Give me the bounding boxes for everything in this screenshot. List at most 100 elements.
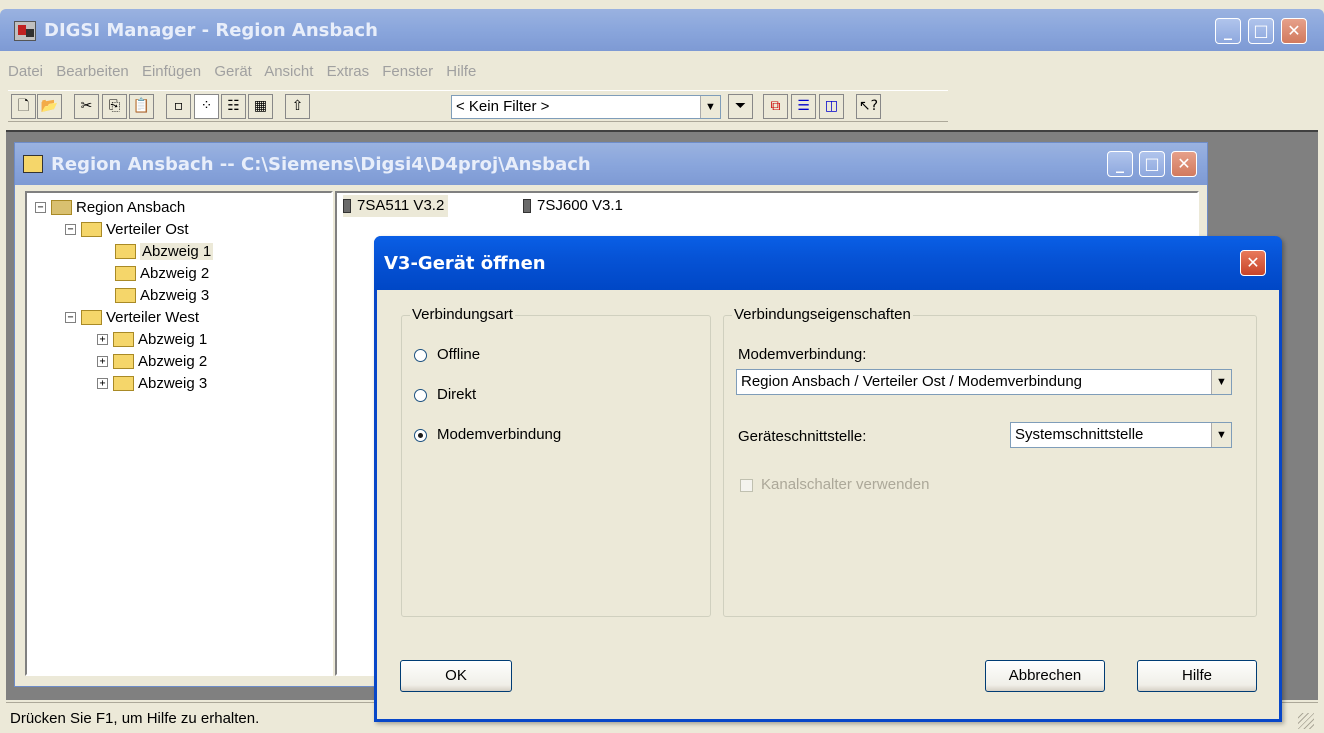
up-folder-icon[interactable]: ⇧ bbox=[285, 94, 310, 119]
tree-root-label: Region Ansbach bbox=[76, 199, 186, 216]
device-icon bbox=[523, 199, 531, 214]
tree-pane[interactable]: − Region Ansbach − Verteiler Ost Abzweig 1… bbox=[25, 191, 333, 676]
ok-button[interactable]: OK bbox=[400, 660, 512, 692]
radio-modem-label: Modemverbindung bbox=[437, 426, 562, 443]
menu-bearbeiten[interactable]: Bearbeiten bbox=[56, 63, 129, 80]
modem-select[interactable]: Region Ansbach / Verteiler Ost / Modemve… bbox=[736, 369, 1232, 395]
folder-icon bbox=[115, 243, 136, 259]
connection-type-group: Verbindungsart Offline Direkt Modemverbi… bbox=[401, 306, 711, 617]
maximize-button[interactable]: □ bbox=[1248, 18, 1274, 44]
dialog-window: V3-Gerät öffnen ✕ Verbindungsart Offline… bbox=[374, 236, 1282, 722]
small-icons-icon[interactable]: ⁘ bbox=[194, 94, 219, 119]
main-window: DIGSI Manager - Region Ansbach _ □ ✕ Dat… bbox=[0, 0, 1324, 733]
tile-horizontal-icon[interactable]: ☰ bbox=[791, 94, 816, 119]
open-icon[interactable]: 📂 bbox=[37, 94, 62, 119]
tree-label: Abzweig 1 bbox=[140, 243, 214, 260]
help-button[interactable]: Hilfe bbox=[1137, 660, 1257, 692]
menu-bar: Datei Bearbeiten Einfügen Gerät Ansicht … bbox=[8, 60, 485, 84]
radio-direkt-label: Direkt bbox=[437, 386, 477, 403]
main-titlebar[interactable]: DIGSI Manager - Region Ansbach _ □ ✕ bbox=[0, 9, 1324, 51]
tree-item-ost-abzweig-2[interactable]: Abzweig 2 bbox=[115, 263, 209, 285]
menu-hilfe[interactable]: Hilfe bbox=[446, 63, 476, 80]
cascade-icon[interactable]: ⧉ bbox=[763, 94, 788, 119]
main-title: DIGSI Manager - Region Ansbach bbox=[44, 20, 378, 41]
device-label: 7SA511 V3.2 bbox=[357, 197, 445, 214]
chevron-down-icon[interactable]: ▼ bbox=[1211, 423, 1231, 447]
connection-properties-label: Verbindungseigenschaften bbox=[732, 306, 913, 323]
tree-label: Abzweig 1 bbox=[138, 331, 208, 348]
tree-item-ost-abzweig-1[interactable]: Abzweig 1 bbox=[115, 241, 214, 263]
paste-icon[interactable]: 📋 bbox=[129, 94, 154, 119]
project-maximize-button[interactable]: □ bbox=[1139, 151, 1165, 177]
list-view-icon[interactable]: ☷ bbox=[221, 94, 246, 119]
minimize-button[interactable]: _ bbox=[1215, 18, 1241, 44]
menu-geraet[interactable]: Gerät bbox=[214, 63, 252, 80]
project-close-button[interactable]: ✕ bbox=[1171, 151, 1197, 177]
copy-icon[interactable]: ⎘ bbox=[102, 94, 127, 119]
folder-icon bbox=[113, 331, 134, 347]
details-view-icon[interactable]: ▦ bbox=[248, 94, 273, 119]
radio-offline[interactable]: Offline bbox=[414, 346, 480, 363]
dialog-titlebar[interactable]: V3-Gerät öffnen ✕ bbox=[374, 236, 1282, 290]
menu-fenster[interactable]: Fenster bbox=[382, 63, 433, 80]
interface-value: Systemschnittstelle bbox=[1015, 426, 1144, 443]
close-button[interactable]: ✕ bbox=[1281, 18, 1307, 44]
collapse-icon[interactable]: − bbox=[65, 311, 76, 323]
tree-item-ost-abzweig-3[interactable]: Abzweig 3 bbox=[115, 285, 209, 307]
device-item[interactable]: 7SA511 V3.2 bbox=[343, 195, 449, 217]
new-icon[interactable]: 🗋 bbox=[11, 94, 36, 119]
radio-direkt[interactable]: Direkt bbox=[414, 386, 476, 403]
dialog-title: V3-Gerät öffnen bbox=[384, 253, 546, 274]
menu-ansicht[interactable]: Ansicht bbox=[264, 63, 313, 80]
interface-select[interactable]: Systemschnittstelle ▼ bbox=[1010, 422, 1232, 448]
project-minimize-button[interactable]: _ bbox=[1107, 151, 1133, 177]
dialog-close-button[interactable]: ✕ bbox=[1240, 250, 1266, 276]
device-label: 7SJ600 V3.1 bbox=[537, 197, 623, 214]
collapse-icon[interactable]: − bbox=[35, 201, 46, 213]
large-icons-icon[interactable]: ▫ bbox=[166, 94, 191, 119]
radio-icon bbox=[414, 388, 427, 402]
tree-root[interactable]: − Region Ansbach bbox=[35, 197, 185, 219]
context-help-icon[interactable]: ↖? bbox=[856, 94, 881, 119]
tile-vertical-icon[interactable]: ◫ bbox=[819, 94, 844, 119]
checkbox-icon bbox=[740, 478, 753, 492]
folder-icon bbox=[115, 287, 136, 303]
tree-item-west-abzweig-1[interactable]: + Abzweig 1 bbox=[97, 329, 207, 351]
toolbar: 🗋 📂 ✂ ⎘ 📋 ▫ ⁘ ☷ ▦ ⇧ < Kein Filter > ▼ ⏷ … bbox=[8, 90, 948, 122]
tree-label: Verteiler Ost bbox=[106, 221, 189, 238]
tree-item-verteiler-west[interactable]: − Verteiler West bbox=[65, 307, 199, 329]
cut-icon[interactable]: ✂ bbox=[74, 94, 99, 119]
menu-einfuegen[interactable]: Einfügen bbox=[142, 63, 201, 80]
expand-icon[interactable]: + bbox=[97, 333, 108, 345]
tree-item-west-abzweig-3[interactable]: + Abzweig 3 bbox=[97, 373, 207, 395]
app-icon bbox=[14, 21, 36, 41]
device-icon bbox=[343, 199, 351, 214]
menu-datei[interactable]: Datei bbox=[8, 63, 43, 80]
device-item[interactable]: 7SJ600 V3.1 bbox=[523, 195, 623, 217]
channel-switch-label: Kanalschalter verwenden bbox=[761, 476, 930, 493]
expand-icon[interactable]: + bbox=[97, 377, 108, 389]
interface-label: Geräteschnittstelle: bbox=[738, 428, 867, 445]
folder-icon bbox=[113, 375, 134, 391]
channel-switch-checkbox[interactable]: Kanalschalter verwenden bbox=[740, 476, 929, 493]
status-text: Drücken Sie F1, um Hilfe zu erhalten. bbox=[10, 710, 260, 727]
folder-icon bbox=[81, 309, 102, 325]
radio-offline-label: Offline bbox=[437, 346, 481, 363]
tree-label: Abzweig 2 bbox=[140, 265, 210, 282]
menu-extras[interactable]: Extras bbox=[327, 63, 370, 80]
project-title: Region Ansbach -- C:\Siemens\Digsi4\D4pr… bbox=[51, 154, 591, 175]
tree-item-verteiler-ost[interactable]: − Verteiler Ost bbox=[65, 219, 189, 241]
project-icon bbox=[23, 155, 43, 173]
radio-icon bbox=[414, 428, 427, 442]
cancel-button[interactable]: Abbrechen bbox=[985, 660, 1105, 692]
filter-settings-icon[interactable]: ⏷ bbox=[728, 94, 753, 119]
radio-modemverbindung[interactable]: Modemverbindung bbox=[414, 426, 561, 443]
folder-icon bbox=[113, 353, 134, 369]
collapse-icon[interactable]: − bbox=[65, 223, 76, 235]
expand-icon[interactable]: + bbox=[97, 355, 108, 367]
chevron-down-icon[interactable]: ▼ bbox=[1211, 370, 1231, 394]
project-titlebar[interactable]: Region Ansbach -- C:\Siemens\Digsi4\D4pr… bbox=[15, 143, 1207, 185]
tree-item-west-abzweig-2[interactable]: + Abzweig 2 bbox=[97, 351, 207, 373]
filter-combo[interactable]: < Kein Filter > ▼ bbox=[451, 95, 721, 119]
size-grip-icon[interactable] bbox=[1298, 713, 1314, 729]
